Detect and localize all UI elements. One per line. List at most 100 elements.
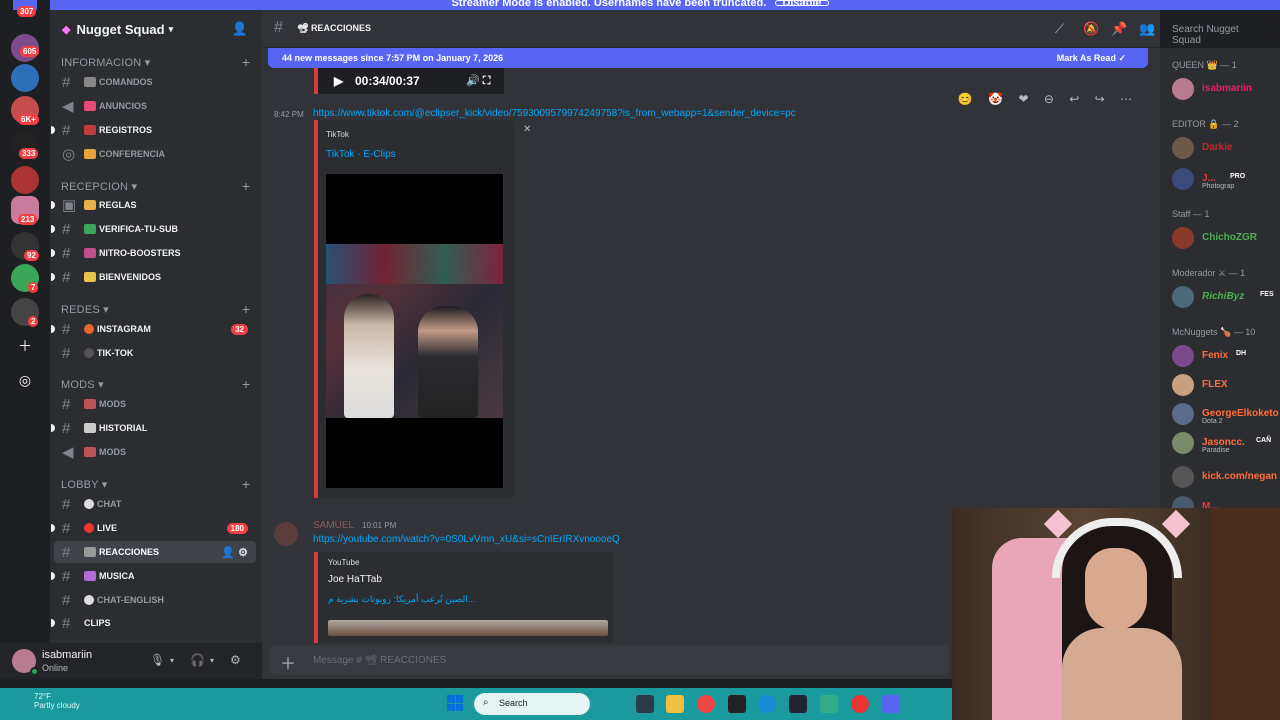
channel-comandos[interactable]: # COMANDOS bbox=[54, 71, 256, 93]
member-item[interactable]: Jasoncc. CAÑ Paradise bbox=[1172, 432, 1280, 456]
channel-clips[interactable]: # CLIPS bbox=[51, 612, 256, 634]
category-lobby[interactable]: LOBBY ▾ bbox=[61, 478, 107, 491]
server-icon[interactable] bbox=[11, 166, 39, 194]
channel-chat[interactable]: # CHAT bbox=[54, 493, 256, 515]
member-item[interactable]: kick.com/negan bbox=[1172, 466, 1280, 490]
member-item[interactable]: J... PRO Photograp bbox=[1172, 168, 1280, 192]
channel-bienvenidos[interactable]: # BIENVENIDOS bbox=[51, 266, 256, 288]
category-recepcion[interactable]: RECEPCION ▾ bbox=[61, 180, 137, 193]
settings-gear-icon[interactable]: ⚙ bbox=[230, 653, 241, 667]
threads-icon[interactable]: ⟋ bbox=[1055, 21, 1064, 37]
chrome-icon[interactable] bbox=[697, 695, 715, 713]
channel-registros[interactable]: # REGISTROS bbox=[51, 119, 256, 141]
channel-title: 📽 REACCIONES bbox=[297, 23, 371, 33]
mark-as-read-button[interactable]: Mark As Read ✓ bbox=[1057, 48, 1126, 68]
mention-count: 180 bbox=[226, 522, 248, 534]
close-icon[interactable]: ✕ bbox=[523, 124, 531, 135]
member-item[interactable]: RichiByz FES bbox=[1172, 286, 1280, 310]
new-messages-bar[interactable]: 44 new messages since 7:57 PM on January… bbox=[268, 48, 1148, 68]
message-author[interactable]: SAMUEL bbox=[313, 520, 354, 531]
member-item[interactable]: Fenix DH bbox=[1172, 345, 1280, 369]
channel-anuncios[interactable]: ◀ ANUNCIOS bbox=[54, 95, 256, 117]
add-attachment-icon[interactable]: ＋ bbox=[280, 650, 296, 674]
user-name[interactable]: isabmariin bbox=[42, 649, 92, 661]
invite-member-icon[interactable]: 👤 bbox=[232, 21, 248, 37]
channel-verifica[interactable]: # VERIFICA-TU-SUB bbox=[51, 218, 256, 240]
notifications-muted-icon[interactable]: 🔕 bbox=[1083, 21, 1099, 37]
weather-widget[interactable]: 72°F Partly cloudy bbox=[12, 692, 80, 710]
chevron-down-icon[interactable]: ▾ bbox=[210, 656, 214, 665]
add-channel-icon[interactable]: + bbox=[242, 476, 250, 492]
add-channel-icon[interactable]: + bbox=[242, 301, 250, 317]
pin-icon[interactable]: 📌 bbox=[1111, 21, 1127, 37]
member-list: QUEEN 👑 — 1 isabmariin EDITOR 🔒 — 2 Dark… bbox=[1160, 48, 1280, 510]
unread-indicator bbox=[51, 325, 55, 333]
video-thumbnail[interactable] bbox=[328, 620, 608, 636]
discover-icon[interactable]: ◎ bbox=[13, 368, 37, 392]
channel-live[interactable]: # LIVE 180 bbox=[51, 517, 256, 539]
embed-description[interactable]: الصين تُرعب أمريكا: روبوتات بشرية م... bbox=[328, 594, 475, 605]
channel-reglas[interactable]: ▣ REGLAS bbox=[51, 194, 256, 216]
embed-title[interactable]: Joe HaTTab bbox=[328, 574, 382, 585]
category-informacion[interactable]: INFORMACION ▾ bbox=[61, 56, 150, 69]
tiktok-link[interactable]: https://www.tiktok.com/@eclipser_kick/vi… bbox=[313, 108, 796, 119]
member-list-icon[interactable]: 👥 bbox=[1139, 21, 1155, 37]
channel-chat-english[interactable]: # CHAT-ENGLISH bbox=[54, 589, 256, 611]
avatar[interactable] bbox=[274, 522, 298, 546]
message-actions-toolbar[interactable]: 😊 🤡 ❤ ⊖ ↩ ↪ ⋯ bbox=[958, 92, 1138, 106]
play-icon[interactable]: ▶ bbox=[334, 68, 343, 94]
channel-instagram[interactable]: # INSTAGRAM 32 bbox=[51, 318, 256, 340]
add-channel-icon[interactable]: + bbox=[242, 178, 250, 194]
opera-icon[interactable] bbox=[851, 695, 869, 713]
app-icon[interactable] bbox=[820, 695, 838, 713]
hash-icon: # bbox=[62, 419, 71, 437]
member-item[interactable]: Darkie bbox=[1172, 137, 1280, 161]
server-icon[interactable] bbox=[11, 64, 39, 92]
search-input[interactable]: Search Nugget Squad bbox=[1160, 18, 1280, 46]
unread-indicator bbox=[51, 273, 55, 281]
tiktok-emoji-icon bbox=[84, 348, 94, 358]
stage-icon: ◎ bbox=[62, 146, 76, 163]
file-explorer-icon[interactable] bbox=[666, 695, 684, 713]
channel-musica[interactable]: # MUSICA bbox=[51, 565, 256, 587]
add-channel-icon[interactable]: + bbox=[242, 376, 250, 392]
role-header: Moderador ⚔ — 1 bbox=[1172, 268, 1246, 278]
headphones-icon[interactable]: 🎧 bbox=[190, 653, 205, 667]
steam-icon[interactable] bbox=[789, 695, 807, 713]
channel-mods-voice[interactable]: ◀ MODS bbox=[54, 441, 256, 463]
channel-mods[interactable]: # MODS bbox=[54, 393, 256, 415]
channel-conferencia[interactable]: ◎ CONFERENCIA bbox=[54, 143, 256, 165]
taskbar-search[interactable]: ⌕ Search bbox=[474, 693, 590, 715]
channel-tik-tok[interactable]: # TIK-TOK bbox=[54, 342, 256, 364]
channel-historial[interactable]: # HISTORIAL bbox=[51, 417, 256, 439]
discord-icon[interactable] bbox=[882, 695, 900, 713]
disable-streamer-mode-button[interactable]: Disable bbox=[775, 0, 829, 9]
hammer-emoji-icon bbox=[84, 399, 96, 409]
embedded-video[interactable] bbox=[326, 174, 503, 488]
member-item[interactable]: FLEX bbox=[1172, 374, 1280, 398]
member-item[interactable]: GeorgeElkoketo Dota 2 bbox=[1172, 403, 1280, 427]
message-composer: ＋ Message # 📽 REACCIONES bbox=[262, 643, 952, 679]
category-redes[interactable]: REDES ▾ bbox=[61, 303, 109, 316]
volume-icon[interactable]: 🔊 ⛶ bbox=[466, 68, 490, 94]
server-header[interactable]: ◆ Nugget Squad ▾ 👤 bbox=[50, 10, 262, 48]
app-icon[interactable] bbox=[728, 695, 746, 713]
member-item[interactable]: isabmariin bbox=[1172, 78, 1280, 102]
channel-reacciones[interactable]: # REACCIONES 👤 ⚙ bbox=[54, 541, 256, 563]
chevron-down-icon[interactable]: ▾ bbox=[170, 656, 174, 665]
add-server-icon[interactable]: ＋ bbox=[13, 334, 37, 358]
member-item[interactable]: ChichoZGR bbox=[1172, 227, 1280, 251]
add-channel-icon[interactable]: + bbox=[242, 54, 250, 70]
speaker-icon: ◀ bbox=[62, 444, 74, 461]
speech-emoji-icon bbox=[84, 499, 94, 509]
task-view-icon[interactable] bbox=[636, 695, 654, 713]
channel-nitro-boosters[interactable]: # NITRO-BOOSTERS bbox=[51, 242, 256, 264]
hash-icon: # bbox=[62, 268, 71, 286]
embed-title[interactable]: TikTok · E-Clips bbox=[326, 149, 396, 160]
youtube-link[interactable]: https://youtube.com/watch?v=0S0LvVmn_xU&… bbox=[313, 534, 620, 545]
windows-start-icon[interactable] bbox=[447, 695, 463, 711]
edge-icon[interactable] bbox=[758, 695, 776, 713]
category-mods[interactable]: MODS ▾ bbox=[61, 378, 104, 391]
microphone-icon[interactable]: 🎙 bbox=[150, 653, 165, 667]
channel-settings-icon[interactable]: 👤 ⚙ bbox=[221, 546, 248, 559]
